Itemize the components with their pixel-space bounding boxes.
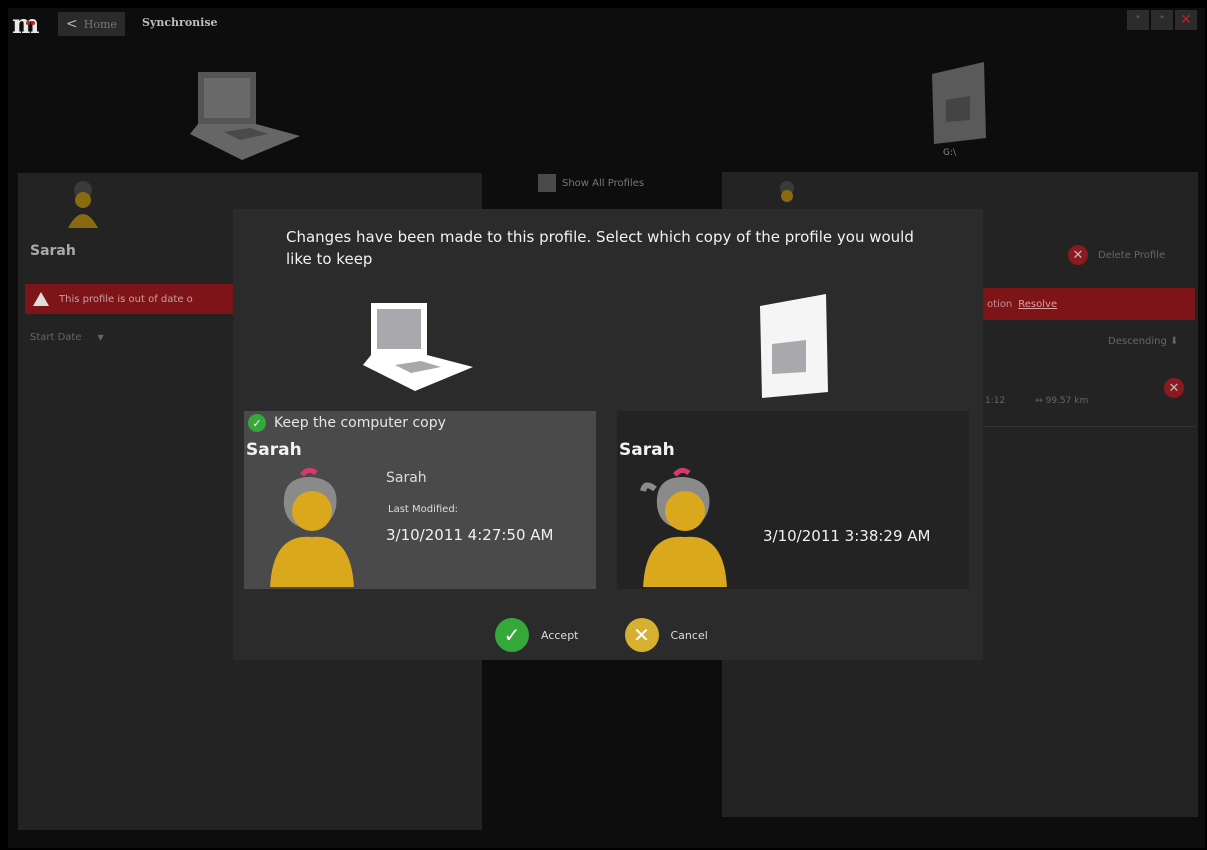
avatar-icon xyxy=(68,181,98,228)
drive-icon xyxy=(932,62,986,144)
checkmark-icon: ✓ xyxy=(248,414,266,432)
warning-icon xyxy=(33,292,49,306)
divider xyxy=(983,426,1195,427)
laptop-icon xyxy=(190,72,300,160)
conflict-bar: otion Resolve xyxy=(983,288,1195,320)
sort-field: Start Date xyxy=(30,332,82,343)
sort-order[interactable]: Descending ⬇ xyxy=(1108,336,1178,347)
profile-name: Sarah xyxy=(246,440,302,460)
activity-row: 1:12 ↔ 99.57 km xyxy=(985,396,1088,406)
show-all-profiles-toggle[interactable]: Show All Profiles xyxy=(538,174,644,192)
close-button[interactable]: ✕ xyxy=(1175,10,1197,30)
accept-label: Accept xyxy=(541,628,579,642)
sort-dropdown[interactable]: Start Date ▼ xyxy=(30,332,104,343)
computer-copy-card[interactable]: ✓ Keep the computer copy Sarah Sarah Las… xyxy=(244,411,596,589)
dialog-actions: ✓ Accept ✕ Cancel xyxy=(495,618,708,652)
delete-icon: ✕ xyxy=(1068,245,1088,265)
page-title: Synchronise xyxy=(142,16,218,29)
cancel-label: Cancel xyxy=(670,628,708,642)
cancel-button[interactable]: ✕ Cancel xyxy=(624,618,708,652)
minimize-button[interactable]: ˅ xyxy=(1127,10,1149,30)
keep-computer-copy-option[interactable]: ✓ Keep the computer copy xyxy=(248,414,446,432)
chevron-down-icon: ▼ xyxy=(97,333,104,342)
check-icon: ✓ xyxy=(495,618,529,652)
show-all-label: Show All Profiles xyxy=(562,177,645,189)
last-modified-label: Last Modified: xyxy=(388,504,459,515)
profile-name: Sarah xyxy=(619,440,675,460)
accept-button[interactable]: ✓ Accept xyxy=(495,618,579,652)
chevron-left-icon: < xyxy=(66,16,78,32)
keep-label: Keep the computer copy xyxy=(274,415,446,431)
dialog-title: Changes have been made to this profile. … xyxy=(286,228,914,268)
home-button[interactable]: < Home xyxy=(58,12,125,36)
device-copy-card[interactable]: Sarah 3/10/2011 3:38:29 AM xyxy=(617,411,969,589)
activity-distance: ↔ 99.57 km xyxy=(1035,396,1089,406)
checkbox[interactable] xyxy=(538,174,556,192)
home-label: Home xyxy=(83,17,117,31)
laptop-icon xyxy=(363,303,473,391)
resolve-link[interactable]: Resolve xyxy=(1018,299,1057,310)
delete-profile-label: Delete Profile xyxy=(1098,249,1166,261)
out-of-date-warning: This profile is out of date o xyxy=(25,284,245,314)
profile-subtitle: Sarah xyxy=(386,470,427,486)
last-modified-date: 3/10/2011 3:38:29 AM xyxy=(763,527,931,545)
drive-icon xyxy=(760,294,828,398)
maximize-button[interactable]: ˄ xyxy=(1151,10,1173,30)
avatar-icon xyxy=(780,181,794,202)
drive-label: G:\ xyxy=(943,148,957,158)
last-modified-date: 3/10/2011 4:27:50 AM xyxy=(386,526,554,544)
app-logo: m xyxy=(12,10,40,40)
logo-dots xyxy=(26,10,36,25)
delete-profile-button[interactable]: ✕ Delete Profile xyxy=(1068,245,1165,265)
window-controls: ˅ ˄ ✕ xyxy=(1127,10,1197,30)
close-icon: ✕ xyxy=(624,618,659,652)
conflict-text: otion xyxy=(987,298,1013,310)
remove-activity-button[interactable]: ✕ xyxy=(1164,378,1184,398)
avatar-icon xyxy=(270,467,354,587)
avatar-icon xyxy=(640,467,727,587)
profile-conflict-dialog: Changes have been made to this profile. … xyxy=(233,209,983,660)
warning-text: This profile is out of date o xyxy=(59,293,193,305)
activity-time: 1:12 xyxy=(985,396,1006,406)
profile-name: Sarah xyxy=(30,243,76,259)
